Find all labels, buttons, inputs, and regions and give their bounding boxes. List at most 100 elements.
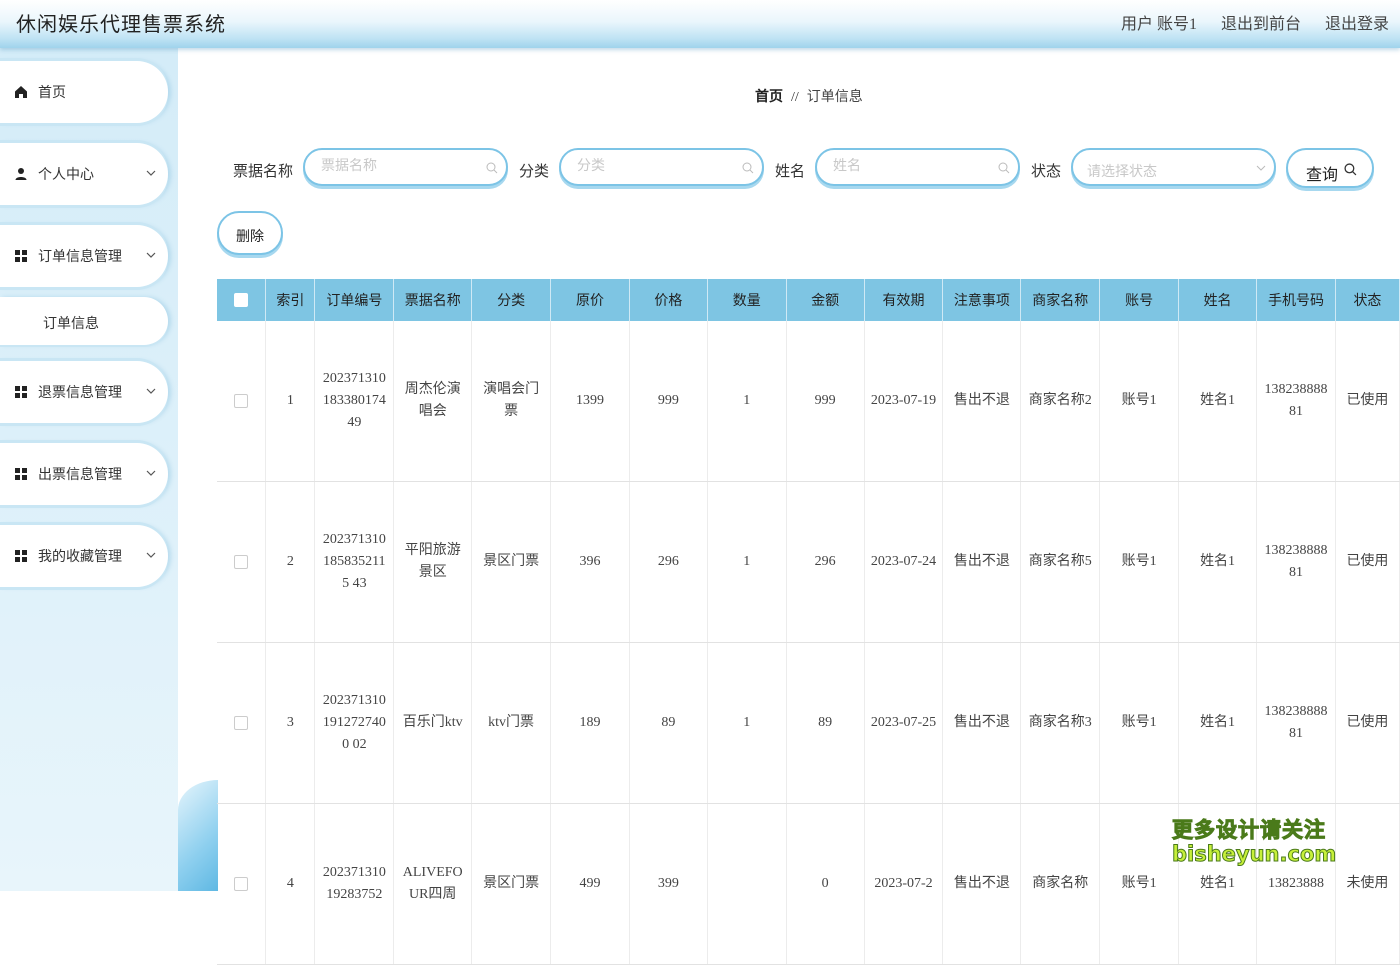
- table-cell: 售出不退: [942, 803, 1022, 965]
- chevron-down-icon: [146, 470, 156, 476]
- table-cell: ktv门票: [471, 642, 552, 804]
- table-cell: 姓名1: [1178, 642, 1258, 804]
- sidebar-item-ticket-out-mgmt[interactable]: 出票信息管理: [0, 443, 168, 505]
- table-cell: 3: [265, 642, 316, 804]
- chevron-down-icon: [1256, 165, 1266, 171]
- table-cell: 2: [265, 481, 316, 643]
- grid-icon: [15, 468, 27, 480]
- category-field: [559, 148, 764, 186]
- name-field: [815, 148, 1020, 186]
- query-button[interactable]: 查询: [1286, 148, 1374, 188]
- table-cell: 账号1: [1099, 642, 1180, 804]
- row-checkbox[interactable]: [234, 393, 249, 408]
- table-cell: 2023713101912727400 02: [314, 642, 395, 804]
- table-row: 1 202371310183380174 49 周杰伦演唱会 演唱会门票 139…: [217, 321, 1400, 482]
- table-cell: 89: [786, 642, 865, 804]
- row-select-cell: [217, 321, 267, 482]
- table-cell: 账号1: [1099, 481, 1180, 643]
- status-select[interactable]: 请选择状态: [1071, 148, 1276, 186]
- sidebar-item-label: 出票信息管理: [38, 468, 122, 483]
- table-cell: 演唱会门票: [471, 321, 552, 482]
- watermark-line1: 更多设计请关注: [1172, 818, 1326, 843]
- chevron-down-icon: [146, 170, 156, 176]
- status-select-placeholder: 请选择状态: [1087, 165, 1157, 180]
- column-header: 有效期: [864, 279, 944, 321]
- table-cell: 2023-07-2: [864, 803, 944, 965]
- table-cell: 姓名1: [1178, 481, 1258, 643]
- select-all-checkbox[interactable]: [234, 292, 249, 307]
- sidebar-subitem-order-info[interactable]: 订单信息: [0, 297, 168, 345]
- column-header: 商家名称: [1020, 279, 1101, 321]
- sidebar-item-label: 首页: [38, 86, 66, 101]
- search-icon: [1344, 163, 1357, 176]
- table-cell: 20237131019283752: [314, 803, 395, 965]
- chevron-down-icon: [146, 552, 156, 558]
- table-cell: 13823888881: [1256, 321, 1336, 482]
- watermark-line2: bisheyun.com: [1172, 842, 1337, 867]
- current-user: 用户 账号1: [1121, 16, 1198, 33]
- sidebar-item-refund-mgmt[interactable]: 退票信息管理: [0, 361, 168, 423]
- chevron-down-icon: [146, 252, 156, 258]
- sidebar-item-favorites-mgmt[interactable]: 我的收藏管理: [0, 525, 168, 587]
- table-row: 3 2023713101912727400 02 百乐门ktv ktv门票 18…: [217, 642, 1400, 804]
- grid-icon: [15, 386, 27, 398]
- table-cell: 商家名称5: [1020, 481, 1101, 643]
- column-header: 状态: [1335, 279, 1400, 321]
- table-cell: 1: [265, 321, 316, 482]
- column-header: 索引: [265, 279, 316, 321]
- table-cell: 商家名称: [1020, 803, 1101, 965]
- ticket-name-label: 票据名称: [233, 164, 294, 180]
- select-all-cell: [217, 279, 267, 321]
- table-cell: 百乐门ktv: [393, 642, 473, 804]
- row-select-cell: [217, 481, 267, 643]
- table-cell: 396: [550, 481, 630, 643]
- table-cell: 2023-07-19: [864, 321, 944, 482]
- sidebar-item-personal[interactable]: 个人中心: [0, 143, 168, 205]
- row-checkbox[interactable]: [234, 876, 249, 891]
- table-cell: 2023-07-25: [864, 642, 944, 804]
- table-cell: 姓名1: [1178, 321, 1258, 482]
- row-select-cell: [217, 803, 267, 965]
- top-bar: 休闲娱乐代理售票系统 用户 账号1 退出到前台 退出登录: [0, 0, 1400, 48]
- column-header: 账号: [1099, 279, 1180, 321]
- table-cell: 商家名称3: [1020, 642, 1101, 804]
- table-cell: 已使用: [1335, 642, 1400, 804]
- table-cell: 4: [265, 803, 316, 965]
- table-cell: 202371310183380174 49: [314, 321, 395, 482]
- logout-link[interactable]: 退出登录: [1325, 16, 1389, 33]
- breadcrumb-home[interactable]: 首页: [755, 90, 783, 105]
- table-cell: 1399: [550, 321, 630, 482]
- watermark: 更多设计请关注 bisheyun.com: [1172, 814, 1337, 867]
- table-cell: 景区门票: [471, 481, 552, 643]
- table-cell: [707, 803, 787, 965]
- sidebar: 首页 个人中心 订单信息管理 订单信息 退票信息管理 出票信息管理 我的收藏管理: [0, 48, 178, 891]
- table-cell: 账号1: [1099, 803, 1180, 965]
- ticket-name-input[interactable]: [319, 158, 473, 176]
- table-cell: 296: [786, 481, 865, 643]
- table-cell: 景区门票: [471, 803, 552, 965]
- sidebar-item-order-mgmt[interactable]: 订单信息管理: [0, 225, 168, 287]
- chevron-down-icon: [146, 388, 156, 394]
- table-cell: 1: [707, 481, 787, 643]
- row-checkbox[interactable]: [234, 715, 249, 730]
- delete-button[interactable]: 删除: [217, 211, 283, 255]
- column-header: 分类: [471, 279, 552, 321]
- breadcrumb: 首页 // 订单信息: [755, 86, 863, 106]
- table-cell: 售出不退: [942, 481, 1022, 643]
- sidebar-item-label: 我的收藏管理: [38, 550, 122, 565]
- search-icon: [998, 162, 1010, 174]
- back-to-frontend-link[interactable]: 退出到前台: [1221, 16, 1301, 33]
- app-title: 休闲娱乐代理售票系统: [16, 14, 226, 36]
- row-checkbox[interactable]: [234, 554, 249, 569]
- search-icon: [486, 162, 498, 174]
- column-header: 票据名称: [393, 279, 473, 321]
- table-cell: 999: [629, 321, 708, 482]
- column-header: 姓名: [1178, 279, 1258, 321]
- category-input[interactable]: [575, 158, 729, 176]
- name-input[interactable]: [831, 158, 985, 176]
- sidebar-item-label: 订单信息管理: [38, 250, 122, 265]
- table-cell: 售出不退: [942, 642, 1022, 804]
- sidebar-item-home[interactable]: 首页: [0, 61, 168, 123]
- table-cell: 499: [550, 803, 630, 965]
- table-cell: 13823888881: [1256, 481, 1336, 643]
